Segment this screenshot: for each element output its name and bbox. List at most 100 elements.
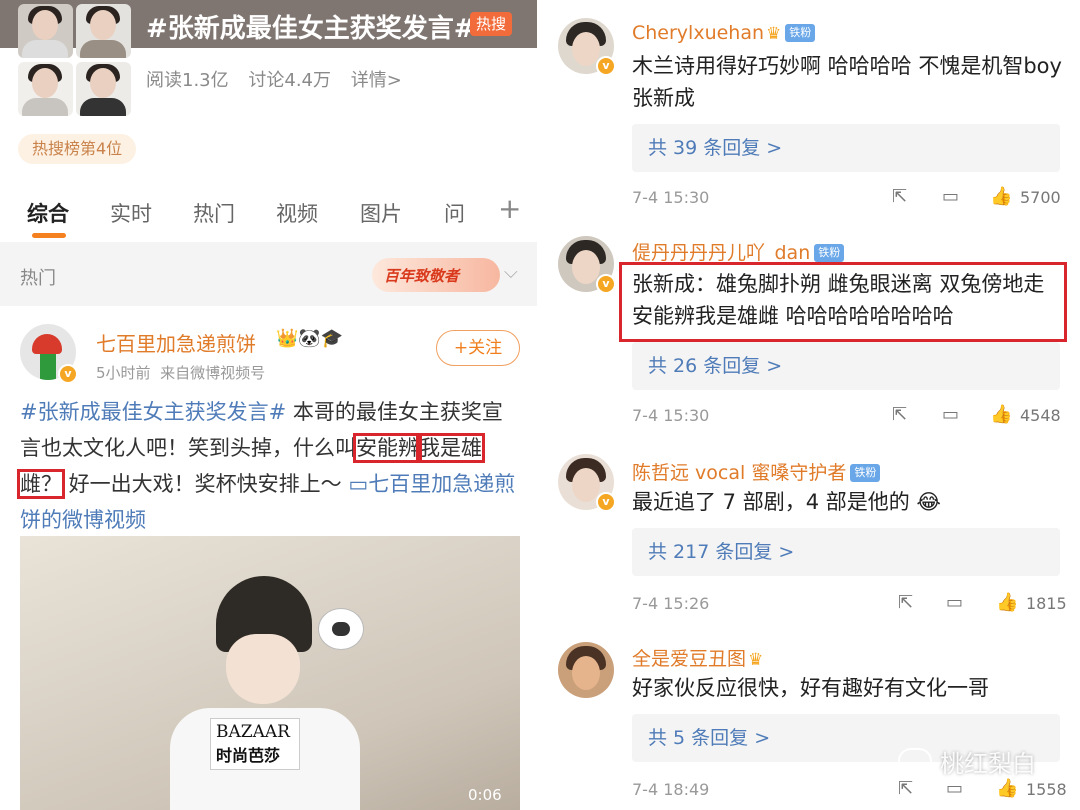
thumbnail-body bbox=[22, 98, 68, 116]
thumbnail bbox=[76, 62, 131, 116]
add-tab-icon[interactable]: + bbox=[498, 192, 521, 225]
weibo-post: v 七百里加急递煎饼 👑🐼🎓 5小时前 来自微博视频号 +关注 #张新成最佳女主… bbox=[0, 306, 540, 810]
comment-text: 最近追了 7 部剧，4 部是他的 😂 bbox=[632, 490, 941, 514]
like-count: 4548 bbox=[1020, 406, 1061, 425]
comment-actions: ⇱ ▭ 👍 4548 bbox=[890, 404, 1070, 428]
topic-title: #张新成最佳女主获奖发言# bbox=[146, 14, 476, 44]
comment-icon[interactable]: ▭ bbox=[942, 404, 959, 425]
post-text-part: 好一出大戏！奖杯快安排上～ bbox=[62, 472, 349, 496]
thumbnail-face bbox=[90, 68, 116, 98]
section-label: 热门 bbox=[20, 268, 56, 289]
highlighted-phrase: 安能辨 bbox=[353, 433, 422, 463]
rank-pill[interactable]: 热搜榜第4位 bbox=[18, 134, 137, 164]
thumbnail bbox=[18, 4, 73, 58]
screenshot-root: #张新成最佳女主获奖发言# 热搜 阅读1.3亿 讨论4.4万 详情> 热搜榜第4… bbox=[0, 0, 1080, 810]
comment-time: 7-4 15:30 bbox=[632, 406, 710, 425]
thumbnail bbox=[18, 62, 73, 116]
promo-banner-text: 百年致敬者 bbox=[384, 267, 460, 285]
video-duration: 0:06 bbox=[468, 786, 502, 804]
fan-badge: 铁粉 bbox=[785, 24, 816, 42]
read-count: 阅读1.3亿 bbox=[146, 70, 229, 91]
hot-badge: 热搜 bbox=[470, 12, 513, 36]
verified-icon: v bbox=[58, 364, 78, 384]
share-icon[interactable]: ⇱ bbox=[892, 186, 907, 207]
topic-page: #张新成最佳女主获奖发言# 热搜 阅读1.3亿 讨论4.4万 详情> 热搜榜第4… bbox=[0, 0, 540, 810]
crown-icon: ♛ bbox=[766, 24, 782, 44]
avatar-face bbox=[572, 656, 600, 690]
user-badge-icons: 👑🐼🎓 bbox=[276, 328, 344, 349]
reply-count-link[interactable]: 共 26 条回复 > bbox=[632, 342, 1060, 390]
crown-icon: ♛ bbox=[748, 650, 764, 670]
avatar-cap bbox=[32, 334, 62, 354]
discussion-count: 讨论4.4万 bbox=[248, 70, 332, 91]
avatar-face bbox=[572, 250, 600, 284]
watermark-text: 桃红梨白 bbox=[940, 750, 1036, 778]
comment-time: 7-4 15:26 bbox=[632, 594, 710, 613]
comment-username-text: 陈哲远 vocal 蜜嗓守护者 bbox=[632, 462, 847, 484]
like-icon[interactable]: 👍 bbox=[990, 404, 1012, 425]
thought-bubble-icon bbox=[318, 608, 364, 650]
post-time: 5小时前 bbox=[96, 364, 151, 382]
share-icon[interactable]: ⇱ bbox=[892, 404, 907, 425]
video-face bbox=[226, 634, 300, 704]
topic-thumbnails[interactable] bbox=[18, 4, 132, 116]
wechat-icon bbox=[898, 748, 932, 774]
tab-comprehensive[interactable]: 综合 bbox=[27, 198, 69, 228]
avatar-pipe bbox=[40, 354, 56, 380]
thumbnail-body bbox=[22, 40, 68, 58]
tab-bar: 综合 实时 热门 视频 图片 问 + bbox=[0, 184, 540, 242]
comment-list: v Cherylxuehan ♛ 铁粉 木兰诗用得好巧妙啊 哈哈哈哈 不愧是机智bo… bbox=[540, 0, 1080, 810]
comment-username[interactable]: 陈哲远 vocal 蜜嗓守护者 铁粉 bbox=[632, 458, 881, 485]
thumbnail-body bbox=[80, 40, 126, 58]
comment-username-text: 全是爱豆丑图 bbox=[632, 648, 747, 670]
comment-username[interactable]: 全是爱豆丑图 ♛ bbox=[632, 644, 763, 671]
details-link[interactable]: 详情> bbox=[351, 70, 402, 91]
topic-hashtag[interactable]: #张新成最佳女主获奖发言# bbox=[20, 400, 286, 424]
comment-username-text: 偍丹丹丹丹儿吖_dan bbox=[632, 242, 811, 264]
topic-stats: 阅读1.3亿 讨论4.4万 详情> bbox=[146, 66, 416, 92]
comment-actions: ⇱ ▭ 👍 1558 bbox=[890, 778, 1070, 802]
video-player[interactable]: BAZAAR 时尚芭莎 0:06 bbox=[20, 536, 520, 810]
like-count: 1558 bbox=[1026, 780, 1067, 799]
verified-icon: v bbox=[596, 492, 616, 512]
share-icon[interactable]: ⇱ bbox=[898, 592, 913, 613]
thumbnail-body bbox=[80, 98, 126, 116]
comment-actions: ⇱ ▭ 👍 5700 bbox=[890, 186, 1070, 210]
verified-icon: v bbox=[596, 56, 616, 76]
chevron-down-icon[interactable]: ⌵ bbox=[504, 262, 518, 283]
post-meta: 5小时前 来自微博视频号 bbox=[96, 362, 265, 383]
post-username[interactable]: 七百里加急递煎饼 bbox=[96, 328, 256, 357]
post-source: 来自微博视频号 bbox=[160, 364, 266, 382]
reply-count-link[interactable]: 共 217 条回复 > bbox=[632, 528, 1060, 576]
thumbnail-face bbox=[90, 10, 116, 40]
active-tab-indicator bbox=[32, 233, 66, 238]
avatar[interactable] bbox=[558, 642, 614, 698]
tab-questions[interactable]: 问 bbox=[444, 198, 470, 228]
thumbnail-face bbox=[32, 10, 58, 40]
comment-username[interactable]: Cherylxuehan ♛ 铁粉 bbox=[632, 22, 816, 44]
like-icon[interactable]: 👍 bbox=[996, 592, 1018, 613]
comment-icon[interactable]: ▭ bbox=[946, 778, 963, 799]
reply-count-link[interactable]: 共 39 条回复 > bbox=[632, 124, 1060, 172]
magazine-card-subtitle: 时尚芭莎 bbox=[216, 746, 281, 765]
promo-banner[interactable]: 百年致敬者 bbox=[372, 258, 500, 292]
share-icon[interactable]: ⇱ bbox=[898, 778, 913, 799]
comment-icon[interactable]: ▭ bbox=[946, 592, 963, 613]
comment-time: 7-4 15:30 bbox=[632, 188, 710, 207]
comment-username[interactable]: 偍丹丹丹丹儿吖_dan 铁粉 bbox=[632, 238, 845, 265]
follow-button[interactable]: +关注 bbox=[436, 330, 520, 366]
comment-icon[interactable]: ▭ bbox=[942, 186, 959, 207]
comment-item: v Cherylxuehan ♛ 铁粉 木兰诗用得好巧妙啊 哈哈哈哈 不愧是机智bo… bbox=[540, 0, 1080, 218]
thumbnail-face bbox=[32, 68, 58, 98]
tab-hot[interactable]: 热门 bbox=[193, 198, 235, 228]
like-count: 1815 bbox=[1026, 594, 1067, 613]
comment-item: 全是爱豆丑图 ♛ 好家伙反应很快，好有趣好有文化一哥 共 5 条回复 > 7-4 … bbox=[540, 628, 1080, 810]
comment-item: v 陈哲远 vocal 蜜嗓守护者 铁粉 最近追了 7 部剧，4 部是他的 😂 共… bbox=[540, 442, 1080, 628]
tab-video[interactable]: 视频 bbox=[276, 198, 318, 228]
comment-username-text: Cherylxuehan bbox=[632, 22, 765, 44]
like-icon[interactable]: 👍 bbox=[996, 778, 1018, 799]
tab-images[interactable]: 图片 bbox=[360, 198, 402, 228]
like-icon[interactable]: 👍 bbox=[990, 186, 1012, 207]
tab-realtime[interactable]: 实时 bbox=[110, 198, 152, 228]
avatar-face bbox=[572, 32, 600, 66]
